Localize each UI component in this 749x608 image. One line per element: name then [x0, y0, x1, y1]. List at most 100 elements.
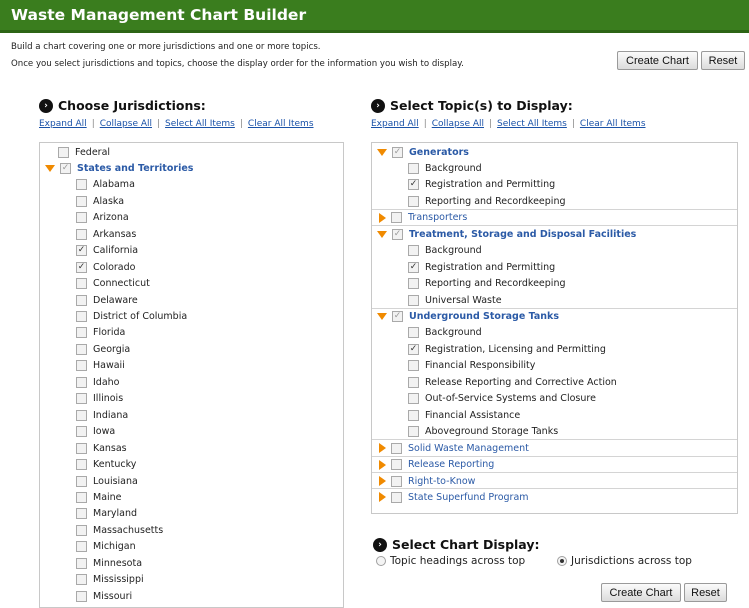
create-chart-button-bottom[interactable]: Create Chart: [601, 583, 681, 602]
radio-button[interactable]: [376, 556, 386, 566]
checkbox[interactable]: ✓: [392, 228, 403, 240]
checkbox[interactable]: [76, 442, 87, 454]
create-chart-button-top[interactable]: Create Chart: [617, 51, 698, 70]
collapse-arrow-icon[interactable]: [379, 492, 386, 503]
jurisdiction-federal[interactable]: Federal: [58, 144, 110, 160]
checkbox[interactable]: [391, 212, 402, 224]
jurisdiction-item[interactable]: Hawaii: [76, 358, 125, 374]
topic-item[interactable]: Financial Responsibility: [408, 358, 535, 374]
reset-button-bottom[interactable]: Reset: [684, 583, 727, 602]
checkbox[interactable]: [58, 146, 69, 158]
jurisdiction-item[interactable]: Idaho: [76, 374, 120, 390]
topic-group[interactable]: Right-to-Know: [377, 473, 475, 489]
checkbox[interactable]: [408, 245, 419, 257]
checkbox[interactable]: [76, 426, 87, 438]
checkbox[interactable]: [76, 343, 87, 355]
collapse-arrow-icon[interactable]: [379, 459, 386, 470]
jurisdiction-item[interactable]: Massachusetts: [76, 522, 163, 538]
topic-group[interactable]: State Superfund Program: [377, 489, 529, 505]
checkbox[interactable]: [408, 376, 419, 388]
jurisdictions-collapse-all-link[interactable]: Collapse All: [100, 119, 152, 129]
jurisdiction-item[interactable]: Mississippi: [76, 572, 144, 588]
jurisdiction-item[interactable]: Georgia: [76, 341, 130, 357]
checkbox[interactable]: [391, 491, 402, 503]
topics-clear-all-items-link[interactable]: Clear All Items: [580, 119, 646, 129]
jurisdiction-item[interactable]: Arkansas: [76, 226, 136, 242]
checkbox[interactable]: [76, 311, 87, 322]
topic-item[interactable]: Reporting and Recordkeeping: [408, 276, 566, 292]
jurisdiction-item[interactable]: Arizona: [76, 210, 129, 226]
collapse-arrow-icon[interactable]: [379, 212, 386, 223]
jurisdiction-item[interactable]: Connecticut: [76, 276, 150, 292]
radio-topic-headings[interactable]: Topic headings across top: [376, 555, 525, 567]
checkbox[interactable]: [391, 442, 402, 454]
collapse-arrow-icon[interactable]: [379, 443, 386, 454]
jurisdiction-item[interactable]: Maine: [76, 489, 122, 505]
jurisdictions-clear-all-items-link[interactable]: Clear All Items: [248, 119, 314, 129]
jurisdiction-item[interactable]: Maryland: [76, 506, 137, 522]
jurisdiction-item[interactable]: Alabama: [76, 177, 135, 193]
checkbox[interactable]: ✓: [408, 343, 419, 355]
checkbox[interactable]: [76, 294, 87, 306]
checkbox[interactable]: [76, 491, 87, 503]
topic-item[interactable]: Aboveground Storage Tanks: [408, 424, 558, 440]
checkbox[interactable]: [76, 376, 87, 388]
topic-group[interactable]: Transporters: [377, 210, 467, 226]
checkbox[interactable]: [391, 459, 402, 471]
expand-arrow-icon[interactable]: [377, 230, 387, 238]
topic-item[interactable]: Release Reporting and Corrective Action: [408, 374, 617, 390]
topic-group[interactable]: Solid Waste Management: [377, 440, 529, 456]
expand-arrow-icon[interactable]: [45, 164, 55, 172]
checkbox[interactable]: [408, 426, 419, 438]
expand-arrow-icon[interactable]: [377, 313, 387, 320]
expand-arrow-icon[interactable]: [377, 148, 387, 156]
reset-button-top[interactable]: Reset: [701, 51, 745, 70]
jurisdiction-item[interactable]: Illinois: [76, 391, 123, 407]
jurisdiction-item[interactable]: Iowa: [76, 424, 115, 440]
topic-item[interactable]: Background: [408, 325, 482, 341]
jurisdiction-item[interactable]: Florida: [76, 325, 125, 341]
checkbox[interactable]: [76, 212, 87, 224]
jurisdiction-item[interactable]: Missouri: [76, 588, 132, 604]
jurisdiction-item[interactable]: Kansas: [76, 440, 127, 456]
checkbox[interactable]: [408, 162, 419, 174]
checkbox[interactable]: ✓: [60, 162, 71, 174]
topics-expand-all-link[interactable]: Expand All: [371, 119, 419, 129]
checkbox[interactable]: ✓: [408, 179, 419, 191]
topic-group[interactable]: ✓ Treatment, Storage and Disposal Facilit…: [377, 226, 636, 242]
topics-collapse-all-link[interactable]: Collapse All: [432, 119, 484, 129]
checkbox[interactable]: [408, 195, 419, 207]
jurisdiction-item[interactable]: District of Columbia: [76, 309, 187, 325]
topic-item[interactable]: Reporting and Recordkeeping: [408, 193, 566, 209]
topic-group[interactable]: ✓ Underground Storage Tanks: [377, 309, 559, 325]
jurisdiction-item[interactable]: Alaska: [76, 193, 124, 209]
checkbox[interactable]: [76, 459, 87, 471]
checkbox[interactable]: [76, 508, 87, 520]
topic-item[interactable]: Background: [408, 243, 482, 259]
jurisdictions-expand-all-link[interactable]: Expand All: [39, 119, 87, 129]
checkbox[interactable]: [76, 179, 87, 191]
checkbox[interactable]: [76, 409, 87, 421]
jurisdiction-item[interactable]: Louisiana: [76, 473, 138, 489]
radio-jurisdictions[interactable]: Jurisdictions across top: [557, 555, 692, 567]
checkbox[interactable]: [391, 475, 402, 487]
checkbox[interactable]: [76, 327, 87, 339]
checkbox[interactable]: [76, 590, 87, 602]
jurisdiction-item[interactable]: Minnesota: [76, 555, 142, 571]
topic-item[interactable]: Financial Assistance: [408, 407, 520, 423]
topic-item[interactable]: Universal Waste: [408, 292, 502, 308]
checkbox[interactable]: [76, 557, 87, 569]
topic-item[interactable]: ✓ Registration and Permitting: [408, 259, 555, 275]
checkbox[interactable]: ✓: [76, 261, 87, 273]
checkbox[interactable]: [76, 475, 87, 487]
checkbox[interactable]: [76, 228, 87, 240]
checkbox[interactable]: [76, 360, 87, 372]
checkbox[interactable]: [76, 393, 87, 405]
checkbox[interactable]: [408, 294, 419, 306]
radio-button[interactable]: [557, 556, 567, 566]
checkbox[interactable]: ✓: [76, 245, 87, 257]
checkbox[interactable]: [408, 327, 419, 339]
topic-item[interactable]: ✓ Registration, Licensing and Permitting: [408, 341, 606, 357]
checkbox[interactable]: ✓: [392, 311, 403, 322]
checkbox[interactable]: [408, 409, 419, 421]
